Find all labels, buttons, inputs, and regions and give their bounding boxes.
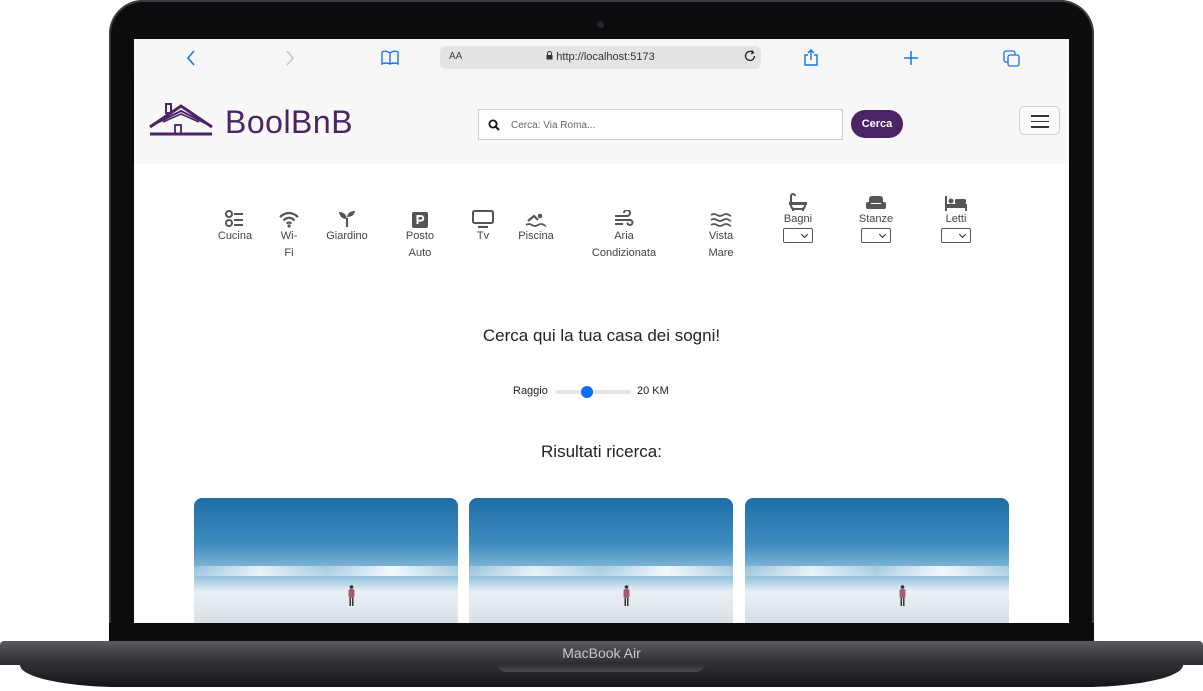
filter-label: Wi- [280, 230, 298, 242]
letti-select[interactable] [941, 228, 971, 243]
menu-line-icon [1031, 120, 1049, 123]
tabs-overview-icon[interactable] [1001, 48, 1021, 68]
search-button[interactable]: Cerca [851, 110, 903, 138]
laptop-model-label: MacBook Air [562, 645, 641, 661]
bath-icon [778, 191, 818, 211]
person-figure-icon [348, 585, 355, 606]
parking-icon [399, 208, 441, 228]
url-value: http://localhost:5173 [556, 51, 655, 63]
wind-icon [586, 208, 662, 228]
card-image [469, 566, 733, 576]
filter-giardino[interactable]: Giardino [323, 208, 371, 245]
filter-label: Posto [405, 230, 435, 242]
person-figure-icon [899, 585, 906, 606]
filter-label: Aria [614, 230, 634, 242]
brand-logo[interactable]: BoolBnB [148, 103, 353, 142]
filter-label: Fi [284, 247, 294, 259]
filter-label: Bagni [783, 213, 813, 225]
water-icon [698, 208, 744, 228]
search-box [478, 109, 843, 140]
kitchen-icon [215, 208, 255, 228]
back-icon[interactable] [181, 48, 201, 68]
house-logo-icon [148, 103, 214, 142]
filter-label: Piscina [518, 230, 554, 242]
webcam [597, 21, 604, 28]
share-icon[interactable] [801, 48, 821, 68]
search-icon [488, 118, 500, 136]
filter-wifi[interactable]: Wi- Fi [273, 208, 305, 262]
tv-icon [468, 208, 498, 228]
forward-icon[interactable] [280, 48, 300, 68]
browser-screen: AA http://localhost:5173 BoolBnB Cerca: … [134, 39, 1069, 623]
person-figure-icon [623, 585, 630, 606]
radius-value: 20 KM [637, 385, 669, 397]
filter-cucina[interactable]: Cucina [215, 208, 255, 245]
filter-posto-auto[interactable]: Posto Auto [399, 208, 441, 262]
safari-toolbar: AA http://localhost:5173 [134, 39, 1069, 78]
brand-name: BoolBnB [225, 104, 354, 140]
new-tab-icon[interactable] [901, 48, 921, 68]
stanze-select[interactable] [861, 228, 891, 243]
filter-label: Mare [708, 247, 734, 259]
filter-label: Auto [408, 247, 432, 259]
result-card[interactable] [745, 498, 1009, 623]
filter-label: Letti [945, 213, 967, 225]
filter-vista-mare[interactable]: Vista Mare [698, 208, 744, 262]
card-image [194, 566, 458, 576]
lock-icon [546, 51, 556, 63]
seedling-icon [323, 208, 371, 228]
slider-thumb[interactable] [581, 386, 594, 398]
result-card[interactable] [469, 498, 733, 623]
filter-label: Tv [476, 230, 490, 242]
wifi-icon [273, 208, 305, 228]
bookmarks-icon[interactable] [380, 48, 400, 68]
hero-headline: Cerca qui la tua casa dei sogni! [482, 326, 721, 345]
results-title: Risultati ricerca: [541, 442, 662, 461]
filter-letti: Letti [936, 191, 976, 243]
bagni-select[interactable] [783, 228, 813, 243]
swimmer-icon [514, 208, 558, 228]
filter-stanze: Stanze [853, 191, 899, 243]
radius-label: Raggio [513, 385, 548, 397]
filter-bagni: Bagni [778, 191, 818, 243]
radius-slider[interactable] [556, 386, 631, 398]
filter-piscina[interactable]: Piscina [514, 208, 558, 245]
result-card[interactable] [194, 498, 458, 623]
bed-icon [936, 191, 976, 211]
app-navbar: BoolBnB Cerca [134, 77, 1069, 164]
address-bar[interactable]: AA http://localhost:5173 [440, 46, 761, 69]
filter-label: Giardino [326, 230, 368, 242]
hamburger-menu-button[interactable] [1019, 106, 1060, 135]
url-text: http://localhost:5173 [440, 51, 761, 63]
filter-label: Vista [708, 230, 734, 242]
menu-line-icon [1031, 126, 1049, 128]
card-image [745, 566, 1009, 576]
filter-label: Cucina [217, 230, 253, 242]
reload-icon[interactable] [743, 49, 757, 66]
menu-line-icon [1031, 115, 1049, 117]
couch-icon [853, 191, 899, 211]
filter-label: Condizionata [591, 247, 657, 259]
filter-tv[interactable]: Tv [468, 208, 498, 245]
filter-label: Stanze [858, 213, 894, 225]
search-input[interactable] [509, 116, 833, 135]
filter-aria-condizionata[interactable]: Aria Condizionata [586, 208, 662, 262]
